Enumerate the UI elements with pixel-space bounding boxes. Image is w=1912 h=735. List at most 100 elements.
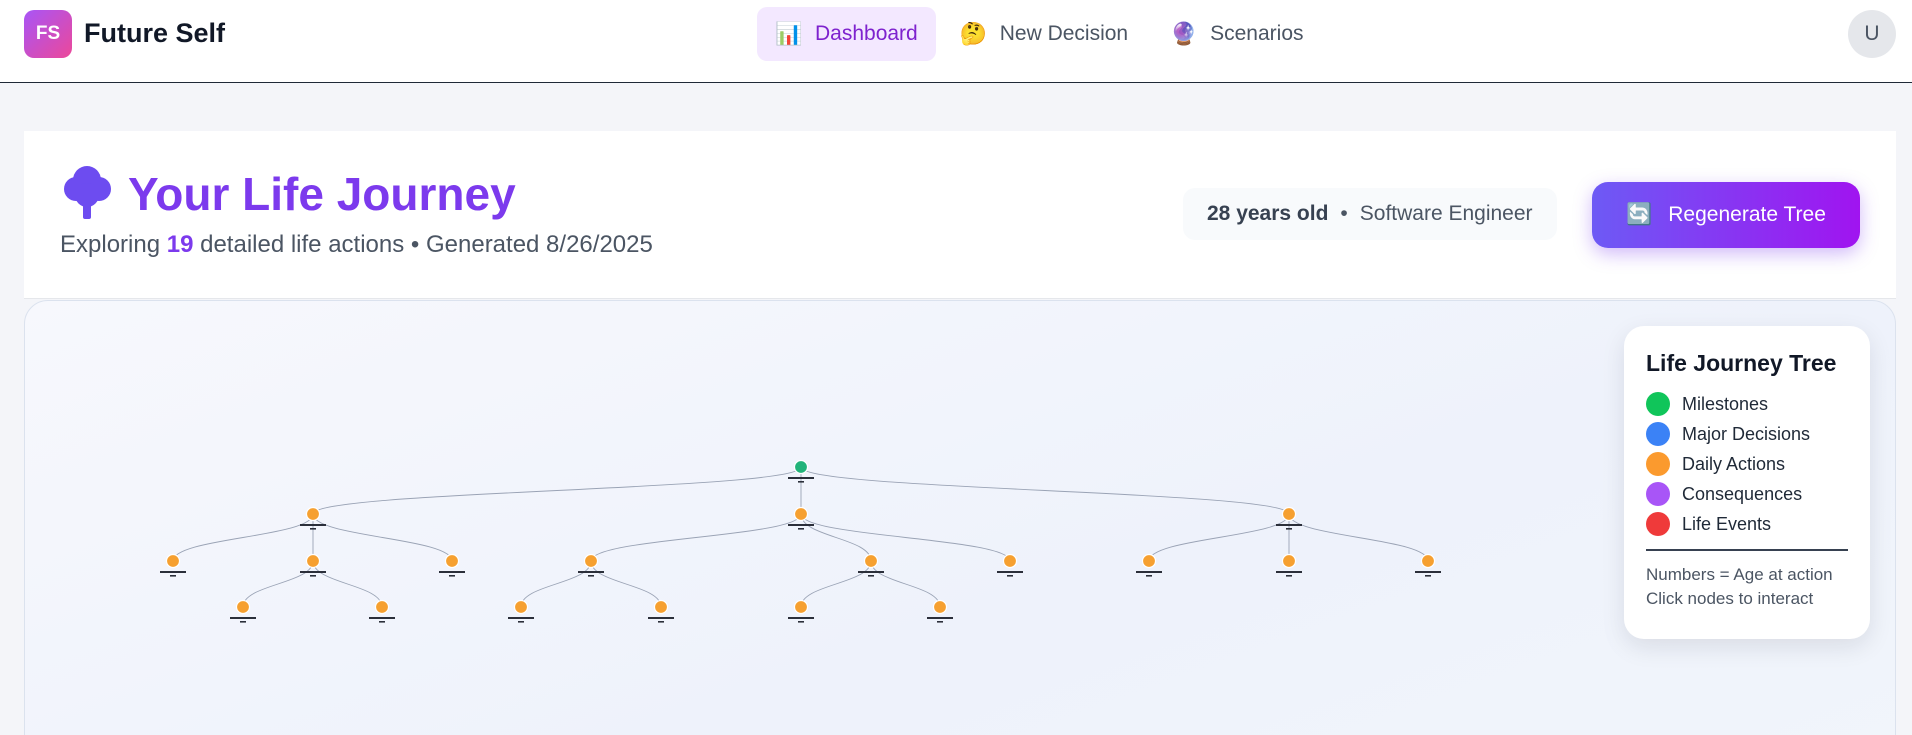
- tree-link: [520, 560, 592, 608]
- tree-node-sublabel: [658, 621, 664, 623]
- user-avatar[interactable]: U: [1848, 10, 1896, 58]
- tree-node-caption: [997, 571, 1023, 573]
- tree-node-daily-action[interactable]: [369, 599, 395, 623]
- tree-node-daily-action[interactable]: [1415, 553, 1441, 577]
- tree-node-sublabel: [310, 528, 316, 530]
- tree-node-sublabel: [170, 575, 176, 577]
- tree-link: [242, 560, 314, 608]
- tree-node-circle[interactable]: [1281, 553, 1297, 569]
- tree-node-caption: [788, 477, 814, 479]
- tree-node-circle[interactable]: [1002, 553, 1018, 569]
- tree-node-caption: [1415, 571, 1441, 573]
- tree-node-circle[interactable]: [513, 599, 529, 615]
- tree-node-daily-action[interactable]: [927, 599, 953, 623]
- tree-node-caption: [300, 524, 326, 526]
- thinking-face-icon: 🤔: [959, 21, 988, 46]
- action-count: 19: [166, 231, 194, 258]
- tree-node-sublabel: [1007, 575, 1013, 577]
- tree-node-circle[interactable]: [793, 459, 809, 475]
- tree-node-daily-action[interactable]: [788, 506, 814, 530]
- journey-header: Your Life Journey Exploring 19 detailed …: [24, 131, 1896, 299]
- nav-scenarios[interactable]: 🔮 Scenarios: [1152, 7, 1321, 61]
- tree-link: [172, 513, 314, 562]
- app-logo[interactable]: FS: [24, 10, 72, 58]
- bar-chart-icon: 📊: [775, 21, 803, 46]
- legend-note-age: Numbers = Age at action: [1646, 565, 1833, 584]
- tree-node-circle[interactable]: [305, 506, 321, 522]
- tree-node-circle[interactable]: [932, 599, 948, 615]
- tree-node-circle[interactable]: [165, 553, 181, 569]
- legend-item-consequences: Consequences: [1646, 479, 1848, 509]
- legend-label: Daily Actions: [1682, 453, 1786, 474]
- tree-node-circle[interactable]: [653, 599, 669, 615]
- tree-node-sublabel: [868, 575, 874, 577]
- subtitle-prefix: Exploring: [60, 231, 161, 258]
- subtitle-suffix: detailed life actions • Generated 8/26/2…: [200, 231, 653, 258]
- legend-item-major-decisions: Major Decisions: [1646, 419, 1848, 449]
- tree-icon: [64, 166, 111, 219]
- tree-node-circle[interactable]: [793, 599, 809, 615]
- tree-node-caption: [1276, 571, 1302, 573]
- refresh-icon: 🔄: [1626, 203, 1653, 226]
- nav-dashboard[interactable]: 📊 Dashboard: [757, 7, 936, 61]
- page-subtitle: Exploring 19 detailed life actions • Gen…: [60, 231, 653, 259]
- tree-link: [870, 560, 941, 608]
- tree-node-circle[interactable]: [1420, 553, 1436, 569]
- top-navbar: FS Future Self 📊 Dashboard 🤔 New Decisio…: [0, 0, 1912, 83]
- nav-new-decision[interactable]: 🤔 New Decision: [942, 7, 1146, 61]
- tree-node-daily-action[interactable]: [788, 599, 814, 623]
- tree-node-daily-action[interactable]: [439, 553, 465, 577]
- page-title: Your Life Journey: [128, 168, 516, 220]
- legend-dot-life-events: [1646, 512, 1670, 536]
- tree-node-caption: [927, 617, 953, 619]
- tree-node-caption: [648, 617, 674, 619]
- legend-label: Consequences: [1682, 483, 1803, 504]
- tree-node-caption: [1276, 524, 1302, 526]
- tree-node-sublabel: [379, 621, 385, 623]
- tree-node-daily-action[interactable]: [1276, 553, 1302, 577]
- tree-node-circle[interactable]: [444, 553, 460, 569]
- tree-link: [1148, 513, 1290, 562]
- tree-node-daily-action[interactable]: [230, 599, 256, 623]
- tree-link: [590, 560, 662, 608]
- tree-link: [800, 466, 1290, 515]
- tree-node-daily-action[interactable]: [997, 553, 1023, 577]
- tree-node-circle[interactable]: [374, 599, 390, 615]
- tree-panel[interactable]: [24, 300, 1896, 735]
- tree-node-sublabel: [588, 575, 594, 577]
- tree-node-daily-action[interactable]: [508, 599, 534, 623]
- regenerate-label: Regenerate Tree: [1668, 203, 1826, 226]
- tree-node-daily-action[interactable]: [1136, 553, 1162, 577]
- tree-node-caption: [230, 617, 256, 619]
- nav-dashboard-label: Dashboard: [815, 22, 918, 45]
- tree-node-circle[interactable]: [583, 553, 599, 569]
- tree-node-caption: [369, 617, 395, 619]
- tree-node-circle[interactable]: [305, 553, 321, 569]
- main-nav: 📊 Dashboard 🤔 New Decision 🔮 Scenarios: [757, 7, 1322, 61]
- tree-node-daily-action[interactable]: [160, 553, 186, 577]
- tree-node-sublabel: [1286, 575, 1292, 577]
- tree-node-circle[interactable]: [235, 599, 251, 615]
- life-tree-graph[interactable]: [25, 301, 1896, 735]
- tree-link: [312, 560, 383, 608]
- tree-node-sublabel: [798, 528, 804, 530]
- app-name[interactable]: Future Self: [84, 18, 225, 49]
- tree-link: [312, 466, 802, 515]
- legend-title: Life Journey Tree: [1646, 350, 1837, 376]
- legend-label: Life Events: [1682, 513, 1772, 534]
- regenerate-tree-button[interactable]: 🔄 Regenerate Tree: [1592, 182, 1860, 248]
- tree-node-circle[interactable]: [863, 553, 879, 569]
- tree-node-circle[interactable]: [1281, 506, 1297, 522]
- tree-node-sublabel: [798, 481, 804, 483]
- tree-node-sublabel: [1286, 528, 1292, 530]
- legend-dot-major-decisions: [1646, 422, 1670, 446]
- legend-divider: [1646, 549, 1848, 551]
- tree-node-circle[interactable]: [1141, 553, 1157, 569]
- tree-node-caption: [1136, 571, 1162, 573]
- tree-node-caption: [578, 571, 604, 573]
- tree-node-circle[interactable]: [793, 506, 809, 522]
- legend-dot-milestones: [1646, 392, 1670, 416]
- tree-node-sublabel: [937, 621, 943, 623]
- tree-node-daily-action[interactable]: [648, 599, 674, 623]
- tree-node-sublabel: [798, 621, 804, 623]
